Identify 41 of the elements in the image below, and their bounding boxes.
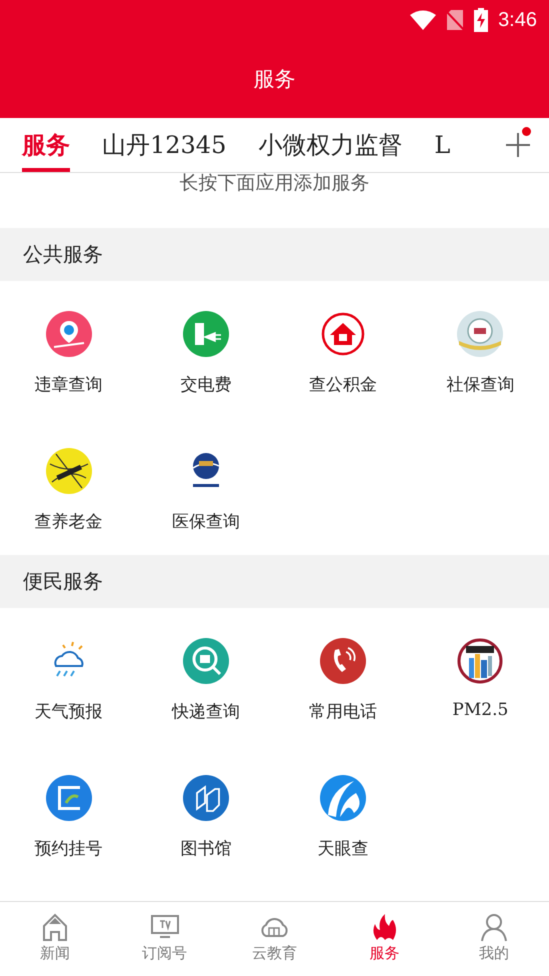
tab[interactable]: 服务 xyxy=(22,118,70,172)
page-title: 服务 xyxy=(254,66,296,93)
nav-tab[interactable]: 我的 xyxy=(439,902,549,976)
tab[interactable]: L xyxy=(434,118,450,172)
city-icon[interactable] xyxy=(457,638,504,684)
service-label[interactable]: 交电费 xyxy=(180,373,232,396)
swirl-icon[interactable] xyxy=(320,775,366,821)
section-title: 便民服务 xyxy=(23,568,103,595)
service-label[interactable]: 快递查询 xyxy=(172,700,240,723)
service-label[interactable]: PM2.5 xyxy=(452,700,508,720)
service-label[interactable]: 图书馆 xyxy=(180,837,232,860)
add-icon[interactable] xyxy=(505,132,531,158)
status-time: 3:46 xyxy=(498,8,537,32)
service-label[interactable]: 天眼查 xyxy=(318,837,369,860)
search-icon[interactable] xyxy=(182,638,229,684)
service-label[interactable]: 预约挂号 xyxy=(34,837,103,860)
ball-icon[interactable] xyxy=(46,448,92,494)
person-icon xyxy=(479,912,510,942)
hint-text: 长按下面应用添加服务 xyxy=(180,171,370,195)
service-label[interactable]: 天气预报 xyxy=(34,700,103,723)
battery-plug-icon[interactable] xyxy=(182,311,229,357)
phone-icon[interactable] xyxy=(320,638,366,684)
service-label[interactable]: 查养老金 xyxy=(34,510,103,533)
nav-tab[interactable]: 订阅号 xyxy=(110,902,220,976)
section-title: 公共服务 xyxy=(23,241,103,268)
nav-tab[interactable]: 新闻 xyxy=(0,902,110,976)
nav-tab[interactable]: 云教育 xyxy=(220,902,330,976)
location-pin-icon[interactable] xyxy=(46,311,92,357)
service-label[interactable]: 查公积金 xyxy=(309,373,378,396)
tab[interactable]: 小微权力监督 xyxy=(258,118,402,172)
service-label[interactable]: 违章查询 xyxy=(34,373,103,396)
service-label[interactable]: 常用电话 xyxy=(309,700,378,723)
no-sim-icon xyxy=(446,9,464,31)
house-icon[interactable] xyxy=(320,311,366,357)
battery-charging-icon xyxy=(474,8,488,32)
service-label[interactable]: 社保查询 xyxy=(446,373,514,396)
book-icon[interactable] xyxy=(182,775,229,821)
tab[interactable]: 山丹12345 xyxy=(102,118,226,172)
nav-tab[interactable]: 服务 xyxy=(329,902,440,976)
wifi-icon xyxy=(410,10,436,30)
service-label[interactable]: 医保查询 xyxy=(172,510,240,533)
